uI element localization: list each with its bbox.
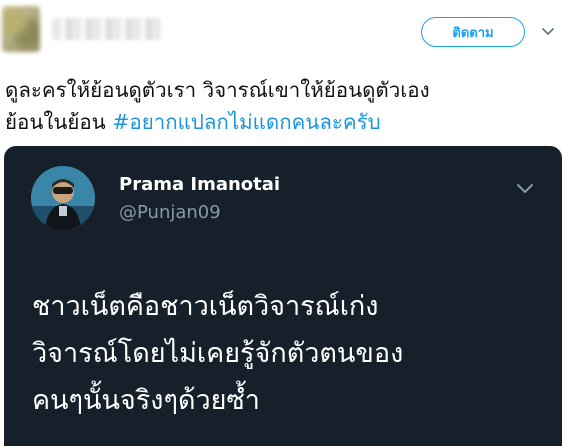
quoted-line: คนๆนั้นจริงๆด้วยซ้ำ	[32, 385, 260, 416]
quoted-handle[interactable]: @Punjan09	[119, 202, 221, 223]
quoted-tweet-card[interactable]: Prama Imanotai @Punjan09 ชาวเน็ตคือชาวเน…	[4, 146, 562, 446]
more-chevron-icon[interactable]	[515, 182, 535, 196]
quoted-avatar[interactable]	[31, 166, 95, 230]
hashtag-link[interactable]: #อยากแปลกไม่แดกคนละครับ	[112, 110, 380, 134]
follow-button[interactable]: ติดตาม	[421, 17, 525, 47]
tweet-body: ดูละครให้ย้อนดูตัวเรา วิจารณ์เขาให้ย้อนด…	[5, 74, 560, 138]
tweet-line-1: ดูละครให้ย้อนดูตัวเรา วิจารณ์เขาให้ย้อนด…	[5, 78, 430, 102]
quoted-line: วิจารณ์โดยไม่เคยรู้จักตัวตนของ	[32, 338, 404, 369]
tweet-line-2-text: ย้อนในย้อน	[5, 110, 113, 134]
author-name-blurred[interactable]	[52, 18, 162, 40]
diver-photo-icon	[31, 166, 95, 230]
quoted-line: ชาวเน็ตคือชาวเน็ตวิจารณ์เก่ง	[32, 291, 379, 322]
quoted-text: ชาวเน็ตคือชาวเน็ตวิจารณ์เก่ง วิจารณ์โดยไ…	[32, 283, 552, 424]
quoted-display-name[interactable]: Prama Imanotai	[119, 174, 280, 195]
chevron-down-icon[interactable]	[541, 26, 555, 38]
author-avatar[interactable]	[2, 6, 40, 52]
tweet-line-2: ย้อนในย้อน #อยากแปลกไม่แดกคนละครับ	[5, 106, 560, 138]
